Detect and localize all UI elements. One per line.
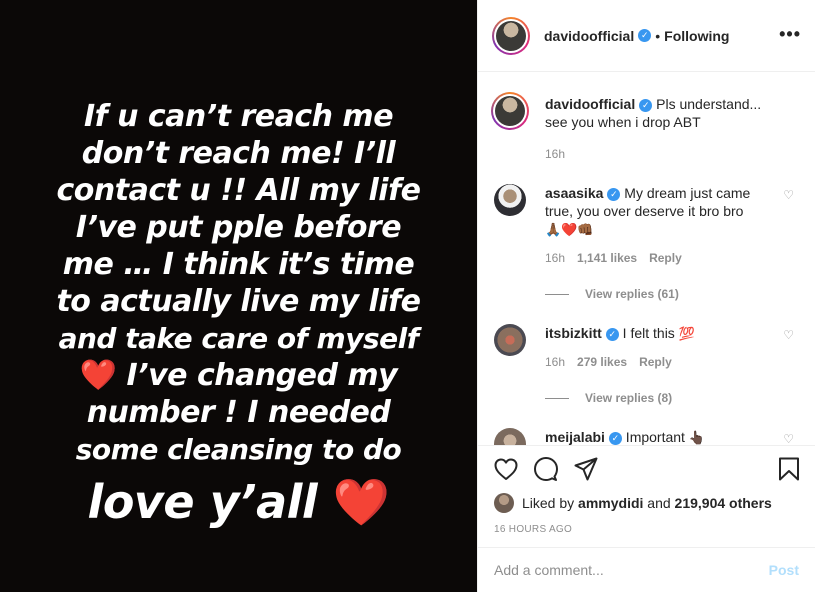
replies-divider bbox=[545, 293, 569, 295]
comment-reply-button[interactable]: Reply bbox=[639, 355, 672, 369]
image-text-fragment: I’ve changed my bbox=[116, 358, 398, 393]
image-text-fragment: love y’all bbox=[87, 475, 333, 529]
post-actions: Liked by ammydidi and 219,904 others 16 … bbox=[478, 445, 815, 547]
comment-body: meijalabi ✓ Important 👆🏿 bbox=[545, 428, 765, 445]
heart-emoji: ❤️ bbox=[332, 475, 390, 529]
verified-badge-icon: ✓ bbox=[608, 431, 622, 445]
comment-likes[interactable]: 1,141 likes bbox=[577, 251, 637, 265]
comment-meta: 16h 1,141 likes Reply bbox=[545, 251, 794, 265]
avatar-image bbox=[495, 96, 525, 126]
caption-meta: 16h bbox=[545, 147, 794, 161]
comment-body: itsbizkitt ✓ I felt this 💯 bbox=[545, 324, 765, 343]
comment-emoji: 🙏🏾❤️👊🏾 bbox=[545, 222, 594, 237]
share-paper-plane-icon[interactable] bbox=[574, 457, 598, 481]
comment-reply-button[interactable]: Reply bbox=[649, 251, 682, 265]
image-text-line-big: love y’all ❤️ bbox=[0, 472, 477, 532]
comment-text: Important bbox=[621, 429, 689, 445]
comments-list[interactable]: davidoofficial ✓ Pls understand... see yo… bbox=[478, 73, 815, 445]
comment-item: asaasika ✓ My dream just came true, you o… bbox=[494, 184, 794, 301]
caption: davidoofficial ✓ Pls understand... see yo… bbox=[491, 92, 794, 161]
comment-text: I felt this bbox=[618, 325, 679, 341]
author-avatar[interactable] bbox=[492, 16, 530, 55]
avatar-image bbox=[496, 20, 526, 51]
view-replies-button[interactable]: View replies (8) bbox=[545, 391, 794, 405]
image-text-line: some cleansing to do bbox=[75, 433, 402, 466]
verified-badge-icon: ✓ bbox=[638, 29, 652, 42]
replies-divider bbox=[545, 397, 569, 399]
verified-badge-icon: ✓ bbox=[607, 187, 621, 201]
comment-time[interactable]: 16h bbox=[545, 355, 565, 369]
following-button[interactable]: Following bbox=[664, 28, 729, 44]
liked-by-count[interactable]: 219,904 others bbox=[675, 495, 772, 511]
image-text-line: contact u !! All my life bbox=[56, 173, 421, 208]
comment-like-heart-icon[interactable]: ♡ bbox=[783, 188, 794, 202]
comment-meta: 16h 279 likes Reply bbox=[545, 355, 794, 369]
comment-username[interactable]: asaasika bbox=[545, 185, 603, 201]
comment-like-heart-icon[interactable]: ♡ bbox=[783, 432, 794, 445]
image-text-line: don’t reach me! I’ll bbox=[81, 136, 396, 171]
image-text-line: me … I think it’s time bbox=[62, 247, 415, 282]
caption-time[interactable]: 16h bbox=[545, 147, 565, 161]
comment-emoji: 👆🏿 bbox=[688, 430, 706, 445]
post-image[interactable]: If u can’t reach me don’t reach me! I’ll… bbox=[0, 0, 477, 592]
post-sidebar: davidoofficial ✓ • Following ••• davidoo… bbox=[477, 0, 815, 592]
caption-username[interactable]: davidoofficial bbox=[545, 96, 635, 112]
like-heart-icon[interactable] bbox=[494, 457, 518, 481]
verified-badge-icon: ✓ bbox=[605, 327, 619, 341]
comment-item: meijalabi ✓ Important 👆🏿 ♡ bbox=[494, 428, 794, 445]
post-comment-button[interactable]: Post bbox=[769, 562, 799, 578]
more-options-icon[interactable]: ••• bbox=[779, 24, 801, 45]
liked-by-and: and bbox=[647, 495, 671, 511]
view-replies-label: View replies (61) bbox=[585, 287, 679, 301]
image-text-line: I’ve put pple before bbox=[75, 210, 402, 245]
image-text-line-heart: ❤️ I’ve changed my bbox=[0, 357, 477, 394]
commenter-avatar[interactable] bbox=[494, 184, 526, 216]
comment-body: asaasika ✓ My dream just came true, you o… bbox=[545, 184, 765, 239]
view-replies-label: View replies (8) bbox=[585, 391, 673, 405]
add-comment-bar: Post bbox=[478, 547, 815, 592]
heart-emoji: ❤️ bbox=[79, 358, 117, 393]
comment-like-heart-icon[interactable]: ♡ bbox=[783, 328, 794, 342]
commenter-avatar[interactable] bbox=[494, 428, 526, 445]
separator-dot: • bbox=[655, 27, 661, 44]
comment-bubble-icon[interactable] bbox=[534, 457, 558, 481]
post-header: davidoofficial ✓ • Following ••• bbox=[478, 0, 815, 72]
comment-item: itsbizkitt ✓ I felt this 💯 ♡ 16h 279 like… bbox=[494, 324, 794, 405]
comment-time[interactable]: 16h bbox=[545, 251, 565, 265]
image-text-line: If u can’t reach me bbox=[83, 99, 394, 134]
liked-by-prefix: Liked by bbox=[522, 495, 575, 511]
post-image-text: If u can’t reach me don’t reach me! I’ll… bbox=[0, 98, 477, 532]
caption-avatar[interactable] bbox=[491, 92, 529, 130]
caption-body: davidoofficial ✓ Pls understand... see yo… bbox=[545, 95, 765, 131]
comment-emoji: 💯 bbox=[678, 326, 695, 341]
image-text-line: number ! I needed bbox=[86, 395, 391, 430]
image-text-line: and take care of myself bbox=[58, 322, 419, 355]
post-timestamp[interactable]: 16 HOURS AGO bbox=[478, 514, 815, 535]
liked-by-user[interactable]: ammydidi bbox=[578, 495, 643, 511]
save-bookmark-icon[interactable] bbox=[777, 457, 801, 481]
comment-username[interactable]: meijalabi bbox=[545, 429, 605, 445]
action-icons bbox=[478, 446, 815, 492]
view-replies-button[interactable]: View replies (61) bbox=[545, 287, 794, 301]
liked-by-summary: Liked by ammydidi and 219,904 others bbox=[478, 492, 815, 514]
add-comment-input[interactable] bbox=[494, 562, 769, 578]
comment-likes[interactable]: 279 likes bbox=[577, 355, 627, 369]
commenter-avatar[interactable] bbox=[494, 324, 526, 356]
verified-badge-icon: ✓ bbox=[639, 98, 653, 112]
liked-by-avatar[interactable] bbox=[494, 493, 514, 513]
comment-username[interactable]: itsbizkitt bbox=[545, 325, 602, 341]
author-username[interactable]: davidoofficial bbox=[544, 28, 634, 44]
image-text-line: to actually live my life bbox=[56, 284, 421, 319]
